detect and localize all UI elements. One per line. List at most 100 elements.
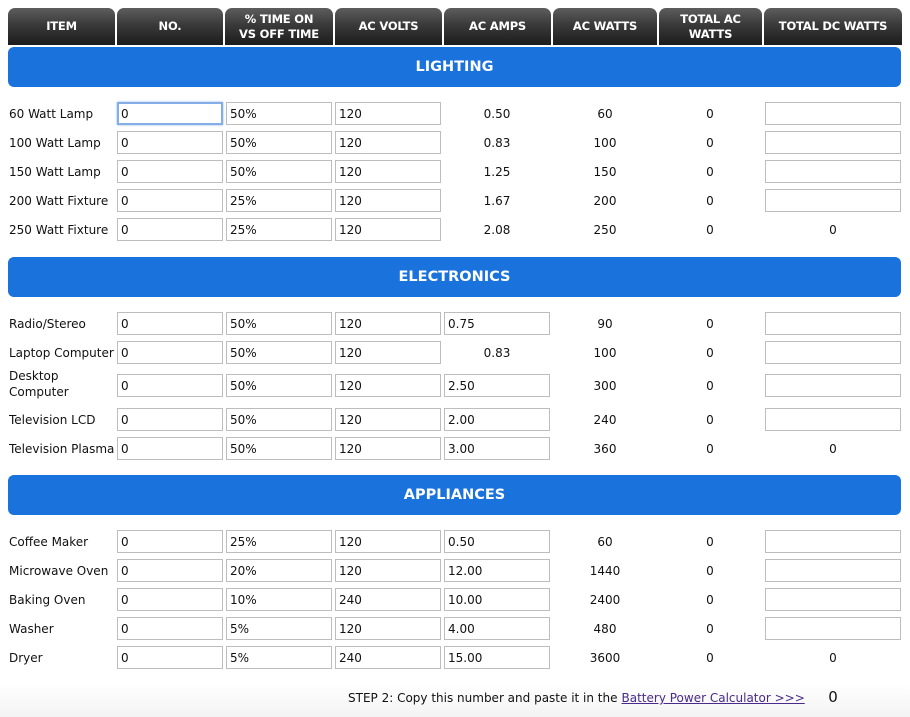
- quantity-input[interactable]: [117, 530, 223, 553]
- ac-volts-input[interactable]: [335, 312, 441, 335]
- ac-volts-input[interactable]: [335, 131, 441, 154]
- quantity-input[interactable]: [117, 559, 223, 582]
- ac-amps-value: 0.50: [483, 106, 511, 121]
- total-ac-watts-value: 0: [706, 563, 714, 578]
- quantity-input[interactable]: [117, 341, 223, 364]
- row-item-label: 60 Watt Lamp: [9, 106, 94, 121]
- total-dc-watts-input[interactable]: [765, 408, 901, 431]
- total-dc-watts-input[interactable]: [765, 530, 901, 553]
- ac-watts-value: 150: [593, 164, 617, 179]
- ac-volts-input[interactable]: [335, 189, 441, 212]
- ac-amps-input[interactable]: [444, 437, 550, 460]
- percent-time-on-input[interactable]: [226, 437, 332, 460]
- quantity-input[interactable]: [117, 617, 223, 640]
- ac-watts-value: 60: [597, 534, 613, 549]
- total-dc-watts-input[interactable]: [765, 374, 901, 397]
- quantity-input[interactable]: [117, 408, 223, 431]
- total-dc-watts-input[interactable]: [765, 189, 901, 212]
- ac-volts-input[interactable]: [335, 588, 441, 611]
- total-ac-watts-value: 0: [706, 345, 714, 360]
- total-dc-watts-input[interactable]: [765, 131, 901, 154]
- ac-volts-input[interactable]: [335, 646, 441, 669]
- total-ac-watts-value: 0: [706, 441, 714, 456]
- ac-watts-value: 240: [593, 412, 617, 427]
- percent-time-on-input[interactable]: [226, 646, 332, 669]
- total-dc-watts-input[interactable]: [765, 312, 901, 335]
- ac-volts-input[interactable]: [335, 102, 441, 125]
- battery-power-calculator-link[interactable]: Battery Power Calculator >>>: [622, 691, 805, 705]
- ac-watts-value: 2400: [589, 592, 621, 607]
- ac-volts-input[interactable]: [335, 408, 441, 431]
- total-dc-watts-input[interactable]: [765, 559, 901, 582]
- total-ac-watts-value: 0: [706, 650, 714, 665]
- ac-amps-input[interactable]: [444, 559, 550, 582]
- quantity-input[interactable]: [117, 131, 223, 154]
- total-dc-watts-input[interactable]: [765, 588, 901, 611]
- ac-volts-input[interactable]: [335, 530, 441, 553]
- total-ac-watts-value: 0: [706, 412, 714, 427]
- ac-volts-input[interactable]: [335, 160, 441, 183]
- ac-volts-input[interactable]: [335, 341, 441, 364]
- total-dc-watts-input[interactable]: [765, 617, 901, 640]
- section-total-dc-watts: 0: [829, 441, 837, 456]
- quantity-input[interactable]: [117, 189, 223, 212]
- percent-time-on-input[interactable]: [226, 588, 332, 611]
- ac-amps-input[interactable]: [444, 588, 550, 611]
- percent-time-on-input[interactable]: [226, 189, 332, 212]
- ac-volts-input[interactable]: [335, 374, 441, 397]
- quantity-input[interactable]: [117, 646, 223, 669]
- row-item-label: Radio/Stereo: [9, 316, 86, 331]
- percent-time-on-input[interactable]: [226, 131, 332, 154]
- row-item-label: 250 Watt Fixture: [9, 222, 109, 237]
- column-header-watts: AC WATTS: [553, 8, 657, 45]
- total-ac-watts-value: 0: [706, 378, 714, 393]
- section-header-appliances: APPLIANCES: [8, 475, 901, 515]
- total-dc-watts-input[interactable]: [765, 102, 901, 125]
- row-item-label: 150 Watt Lamp: [9, 164, 101, 179]
- ac-volts-input[interactable]: [335, 559, 441, 582]
- total-ac-watts-value: 0: [706, 534, 714, 549]
- total-ac-watts-value: 0: [706, 621, 714, 636]
- quantity-input[interactable]: [117, 312, 223, 335]
- column-header-no: NO.: [117, 8, 223, 45]
- percent-time-on-input[interactable]: [226, 160, 332, 183]
- quantity-input[interactable]: [117, 160, 223, 183]
- quantity-input[interactable]: [117, 218, 223, 241]
- ac-amps-value: 0.83: [483, 135, 511, 150]
- ac-watts-value: 90: [597, 316, 613, 331]
- ac-volts-input[interactable]: [335, 617, 441, 640]
- row-item-label: Television LCD: [9, 412, 96, 427]
- section-total-dc-watts: 0: [829, 650, 837, 665]
- total-dc-watts-input[interactable]: [765, 341, 901, 364]
- percent-time-on-input[interactable]: [226, 341, 332, 364]
- percent-time-on-input[interactable]: [226, 102, 332, 125]
- quantity-input[interactable]: [117, 102, 223, 125]
- row-item-label: Baking Oven: [9, 592, 86, 607]
- section-total-dc-watts: 0: [829, 222, 837, 237]
- ac-volts-input[interactable]: [335, 218, 441, 241]
- quantity-input[interactable]: [117, 437, 223, 460]
- ac-amps-input[interactable]: [444, 312, 550, 335]
- percent-time-on-input[interactable]: [226, 374, 332, 397]
- percent-time-on-input[interactable]: [226, 530, 332, 553]
- percent-time-on-input[interactable]: [226, 312, 332, 335]
- ac-watts-value: 100: [593, 345, 617, 360]
- percent-time-on-input[interactable]: [226, 559, 332, 582]
- ac-amps-input[interactable]: [444, 646, 550, 669]
- percent-time-on-input[interactable]: [226, 408, 332, 431]
- percent-time-on-input[interactable]: [226, 218, 332, 241]
- quantity-input[interactable]: [117, 374, 223, 397]
- quantity-input[interactable]: [117, 588, 223, 611]
- grand-total-dc-watts: 0: [828, 688, 838, 706]
- row-item-label: Dryer: [9, 650, 43, 665]
- row-item-label: Microwave Oven: [9, 563, 109, 578]
- row-item-label: Desktop Computer: [9, 369, 69, 399]
- ac-amps-input[interactable]: [444, 374, 550, 397]
- ac-amps-input[interactable]: [444, 617, 550, 640]
- ac-amps-input[interactable]: [444, 408, 550, 431]
- footer-instruction: STEP 2: Copy this number and paste it in…: [348, 688, 805, 708]
- ac-amps-input[interactable]: [444, 530, 550, 553]
- total-dc-watts-input[interactable]: [765, 160, 901, 183]
- ac-volts-input[interactable]: [335, 437, 441, 460]
- percent-time-on-input[interactable]: [226, 617, 332, 640]
